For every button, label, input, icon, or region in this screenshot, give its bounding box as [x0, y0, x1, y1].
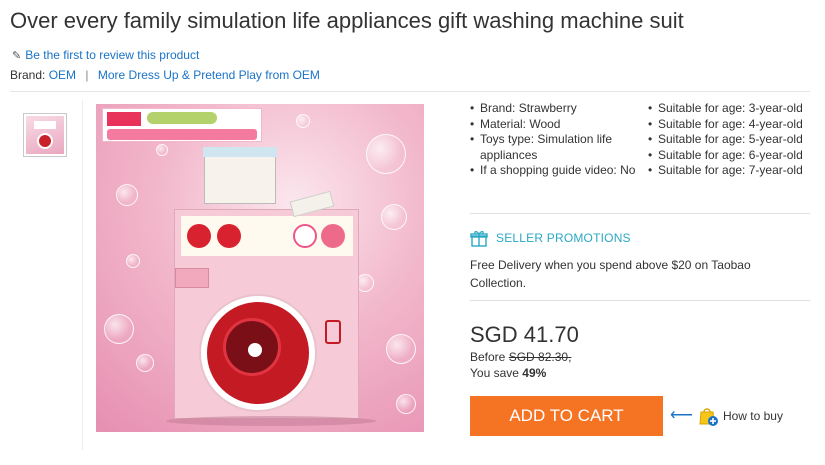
before-label: Before	[470, 350, 506, 364]
brand-line: Brand: OEM | More Dress Up & Pretend Pla…	[10, 68, 320, 82]
original-price: Before SGD 82.30,	[470, 350, 571, 364]
brand-label: Brand:	[10, 68, 46, 82]
add-to-cart-button[interactable]: ADD TO CART	[470, 396, 663, 436]
specs-divider	[470, 213, 810, 214]
gallery-divider	[82, 100, 83, 450]
save-label: You save	[470, 366, 519, 380]
spec-item: Brand: Strawberry	[470, 101, 640, 117]
spec-item: Suitable for age: 6-year-old	[648, 148, 808, 164]
spec-item: Suitable for age: 4-year-old	[648, 117, 808, 133]
shopping-bag-icon	[697, 405, 719, 427]
pencil-icon: ✎	[12, 49, 22, 62]
promo-divider	[470, 300, 810, 301]
packaging-label	[102, 108, 262, 142]
more-from-brand-link[interactable]: More Dress Up & Pretend Play from OEM	[98, 68, 320, 82]
arrow-left-icon: ⟵	[670, 407, 693, 424]
how-to-buy-link[interactable]: ⟵ How to buy	[670, 405, 783, 427]
spec-item: Suitable for age: 3-year-old	[648, 101, 808, 117]
spec-item: If a shopping guide video: No	[470, 163, 640, 179]
detergent-box	[203, 147, 277, 204]
thumbnail-picture	[26, 116, 64, 154]
brand-link[interactable]: OEM	[49, 68, 76, 82]
specs-left-list: Brand: Strawberry Material: Wood Toys ty…	[470, 101, 640, 179]
before-value: SGD 82.30,	[508, 350, 572, 364]
seller-promotions-header: SELLER PROMOTIONS	[470, 229, 631, 247]
save-value: 49%	[522, 366, 547, 380]
current-price: SGD 41.70	[470, 322, 579, 347]
thumbnail-image[interactable]	[23, 113, 67, 157]
washing-machine-toy	[174, 209, 359, 419]
specs-right-list: Suitable for age: 3-year-old Suitable fo…	[648, 101, 808, 179]
savings: You save 49%	[470, 366, 546, 380]
header-divider	[10, 91, 810, 92]
spec-item: Suitable for age: 5-year-old	[648, 132, 808, 148]
spec-item: Suitable for age: 7-year-old	[648, 163, 808, 179]
main-product-image[interactable]	[96, 104, 424, 432]
spec-item: Toys type: Simulation life appliances	[470, 132, 640, 163]
how-to-buy-label: How to buy	[722, 409, 783, 423]
review-link-label: Be the first to review this product	[25, 48, 200, 62]
review-link[interactable]: ✎ Be the first to review this product	[12, 48, 199, 62]
brand-separator: |	[85, 68, 89, 82]
promotions-heading: SELLER PROMOTIONS	[496, 231, 631, 245]
product-title: Over every family simulation life applia…	[10, 8, 684, 33]
promotion-text: Free Delivery when you spend above $20 o…	[470, 258, 751, 290]
product-specs: Brand: Strawberry Material: Wood Toys ty…	[470, 101, 808, 179]
spec-item: Material: Wood	[470, 117, 640, 133]
gift-icon	[470, 229, 488, 247]
